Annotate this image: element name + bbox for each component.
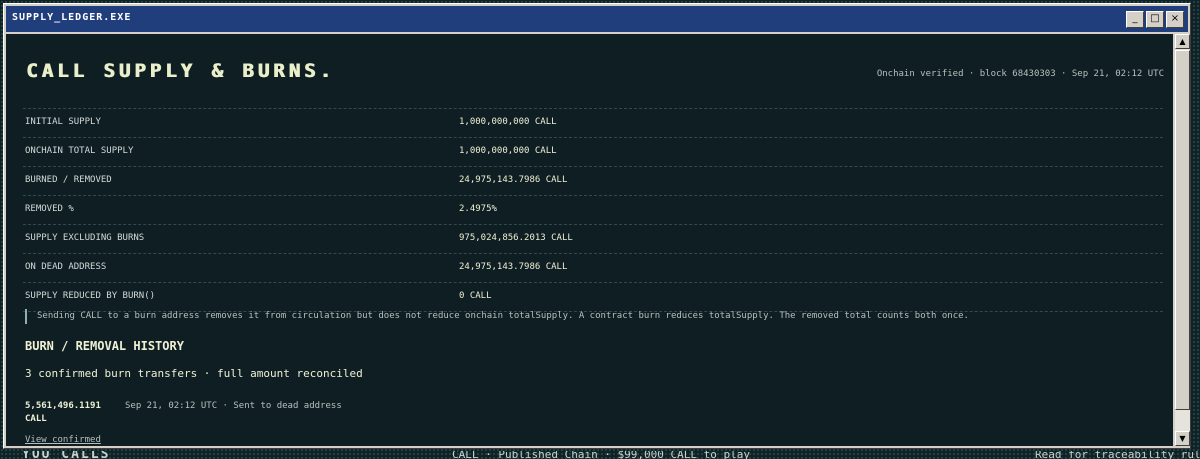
- verification-status: Onchain verified · block 68430303 · Sep …: [876, 69, 1164, 79]
- scrollbar-thumb[interactable]: [1175, 50, 1190, 410]
- burn-note: Sending CALL to a burn address removes i…: [25, 309, 969, 324]
- table-row: BURNED / REMOVED 24,975,143.7986 CALL: [23, 167, 1163, 196]
- row-label: INITIAL SUPPLY: [25, 117, 101, 127]
- table-row: ON DEAD ADDRESS 24,975,143.7986 CALL: [23, 254, 1163, 283]
- desktop-strip-right-text: Read for traceability rules ↑: [1035, 451, 1200, 459]
- row-value: 0 CALL: [459, 291, 492, 301]
- scroll-down-arrow-icon[interactable]: ▼: [1175, 431, 1190, 446]
- row-label: ONCHAIN TOTAL SUPPLY: [25, 146, 134, 156]
- content-panel: CALL SUPPLY & BURNS. Onchain verified · …: [6, 34, 1173, 446]
- row-label: REMOVED %: [25, 204, 74, 214]
- row-label: ON DEAD ADDRESS: [25, 262, 107, 272]
- row-value: 975,024,856.2013 CALL: [459, 233, 573, 243]
- minimize-button[interactable]: _: [1126, 11, 1144, 28]
- row-value: 2.4975%: [459, 204, 497, 214]
- desktop-strip: YOU CALLS CALL · Published Chain · $99,0…: [0, 451, 1200, 459]
- row-value: 1,000,000,000 CALL: [459, 146, 557, 156]
- history-title: BURN / REMOVAL HISTORY: [25, 339, 184, 353]
- table-row: INITIAL SUPPLY 1,000,000,000 CALL: [23, 108, 1163, 138]
- burn-amount-value: 5,561,496.1191: [25, 401, 101, 411]
- window-titlebar[interactable]: SUPPLY_LEDGER.EXE _ □ ×: [6, 6, 1188, 32]
- view-confirmed-link[interactable]: View confirmed: [25, 435, 101, 445]
- burn-amount-unit: CALL: [25, 414, 47, 424]
- desktop-strip-mid-text: CALL · Published Chain · $99,000 CALL to…: [452, 451, 751, 459]
- table-row: ONCHAIN TOTAL SUPPLY 1,000,000,000 CALL: [23, 138, 1163, 167]
- supply-ledger-window: SUPPLY_LEDGER.EXE _ □ × CALL SUPPLY & BU…: [3, 3, 1191, 449]
- page-title: CALL SUPPLY & BURNS.: [26, 60, 335, 82]
- table-row: SUPPLY EXCLUDING BURNS 975,024,856.2013 …: [23, 225, 1163, 254]
- desktop-strip-left-text: YOU CALLS: [22, 451, 111, 459]
- history-summary: 3 confirmed burn transfers · full amount…: [25, 367, 363, 380]
- burn-entry-meta: Sep 21, 02:12 UTC · Sent to dead address: [125, 401, 342, 411]
- burn-entry-amount: 5,561,496.1191 CALL: [25, 400, 105, 426]
- table-row: REMOVED % 2.4975%: [23, 196, 1163, 225]
- window-title: SUPPLY_LEDGER.EXE: [12, 12, 132, 23]
- row-value: 1,000,000,000 CALL: [459, 117, 557, 127]
- close-button[interactable]: ×: [1166, 11, 1184, 28]
- table-row: SUPPLY REDUCED BY BURN() 0 CALL: [23, 283, 1163, 312]
- supply-table: INITIAL SUPPLY 1,000,000,000 CALL ONCHAI…: [23, 108, 1163, 312]
- scroll-up-arrow-icon[interactable]: ▲: [1175, 34, 1190, 49]
- row-label: SUPPLY REDUCED BY BURN(): [25, 291, 156, 301]
- row-label: SUPPLY EXCLUDING BURNS: [25, 233, 145, 243]
- maximize-button[interactable]: □: [1146, 11, 1164, 28]
- row-value: 24,975,143.7986 CALL: [459, 262, 568, 272]
- row-value: 24,975,143.7986 CALL: [459, 175, 568, 185]
- vertical-scrollbar[interactable]: ▲ ▼: [1175, 34, 1190, 446]
- row-label: BURNED / REMOVED: [25, 175, 112, 185]
